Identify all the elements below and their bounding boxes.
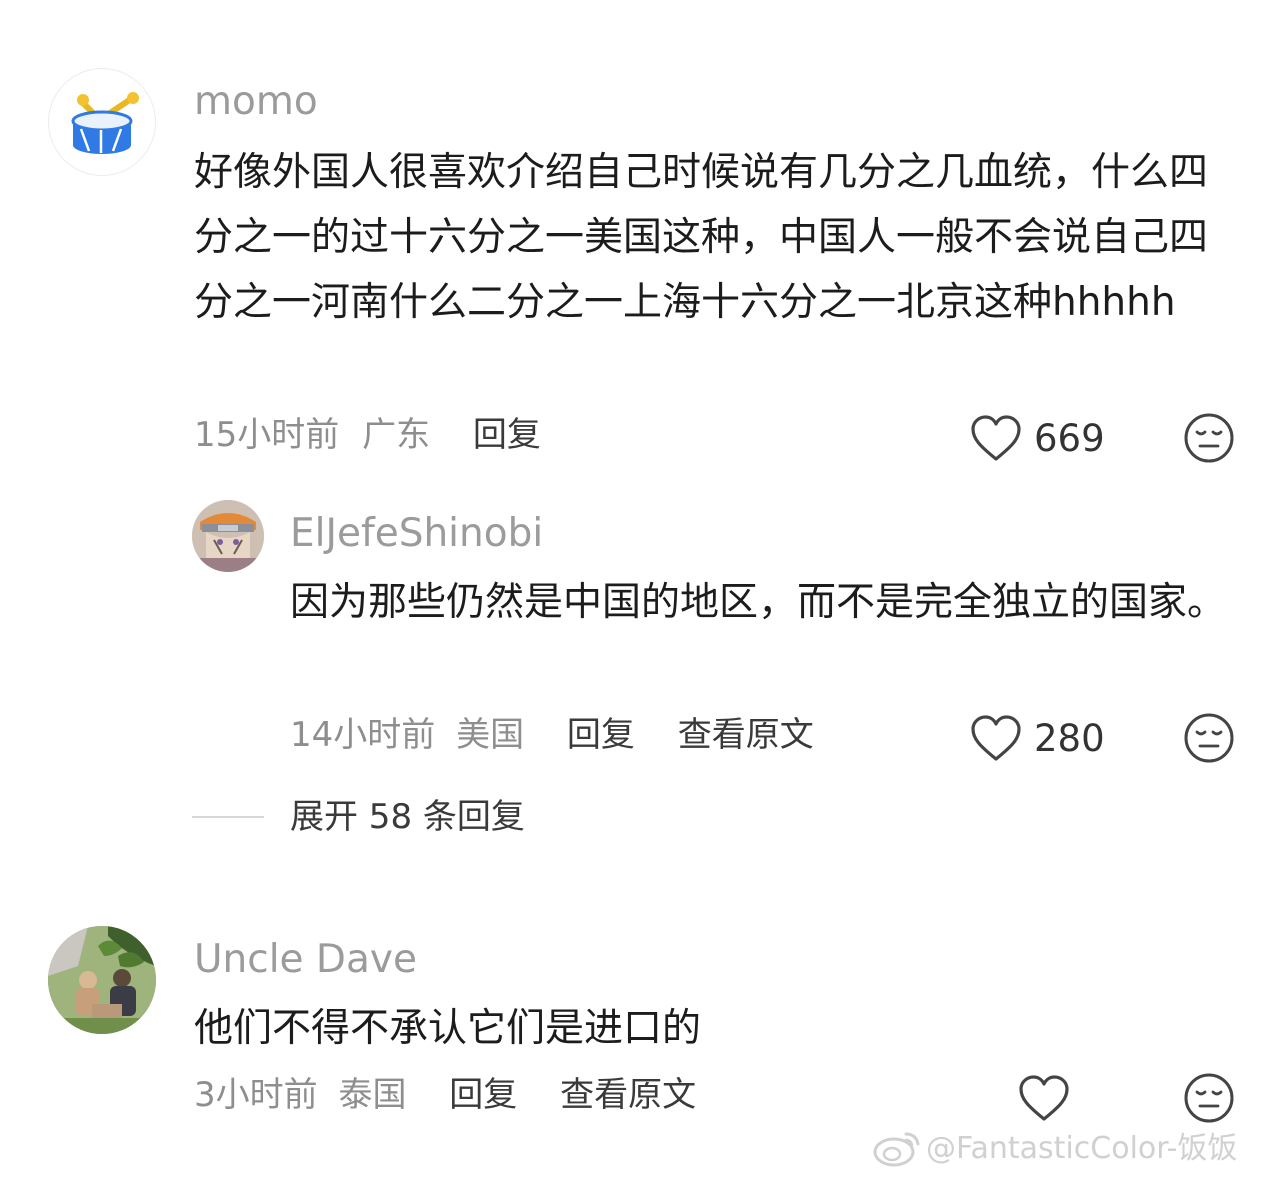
reply-button[interactable]: 回复 xyxy=(567,718,635,752)
comment-location: 泰国 xyxy=(338,1075,407,1115)
comment-username[interactable]: Uncle Dave xyxy=(194,940,417,979)
like-button[interactable]: 669 xyxy=(970,412,1120,464)
neutral-face-icon[interactable] xyxy=(1183,1072,1235,1124)
reply-button[interactable]: 回复 xyxy=(449,1078,517,1112)
avatar-image xyxy=(192,500,264,572)
view-original-button[interactable]: 查看原文 xyxy=(678,718,814,752)
avatar-uncle-dave[interactable] xyxy=(48,926,156,1034)
heart-icon xyxy=(1019,1075,1069,1121)
like-button[interactable]: 280 xyxy=(970,712,1120,764)
heart-icon xyxy=(971,415,1021,461)
heart-icon xyxy=(971,715,1021,761)
comment-meta: 15小时前 广东 回复 xyxy=(194,418,541,452)
like-count: 280 xyxy=(1034,717,1105,760)
comment-time: 15小时前 xyxy=(194,415,340,455)
view-original-button[interactable]: 查看原文 xyxy=(560,1078,696,1112)
reply-username[interactable]: ElJefeShinobi xyxy=(290,514,543,553)
comment-username[interactable]: momo xyxy=(194,82,318,121)
watermark-text: @FantasticColor-饭饭 xyxy=(926,1131,1238,1166)
avatar-momo[interactable] xyxy=(48,68,156,176)
reply-time: 14小时前 xyxy=(290,715,436,755)
comment-time: 3小时前 xyxy=(194,1075,318,1115)
avatar-image xyxy=(48,926,156,1034)
avatar-eljefeshinobi[interactable] xyxy=(192,500,264,572)
comment-location: 广东 xyxy=(362,415,431,455)
drum-icon xyxy=(71,92,139,154)
neutral-face-icon[interactable] xyxy=(1183,412,1235,464)
like-button[interactable] xyxy=(1018,1072,1070,1124)
reply-meta: 14小时前 美国 回复 查看原文 xyxy=(290,718,814,752)
weibo-logo-icon xyxy=(873,1132,920,1167)
reply-text: 因为那些仍然是中国的地区，而不是完全独立的国家。 xyxy=(290,580,1227,625)
comment-text: 好像外国人很喜欢介绍自己时候说有几分之几血统，什么四分之一的过十六分之一美国这种… xyxy=(194,150,1209,325)
expand-divider xyxy=(192,816,264,818)
neutral-face-icon[interactable] xyxy=(1183,712,1235,764)
comment-meta: 3小时前 泰国 回复 查看原文 xyxy=(194,1078,696,1112)
comment-text: 他们不得不承认它们是进口的 xyxy=(194,1006,702,1051)
reply-location: 美国 xyxy=(456,715,525,755)
reply-button[interactable]: 回复 xyxy=(473,418,541,452)
like-count: 669 xyxy=(1034,417,1105,460)
expand-replies-button[interactable]: 展开 58 条回复 xyxy=(290,800,525,834)
